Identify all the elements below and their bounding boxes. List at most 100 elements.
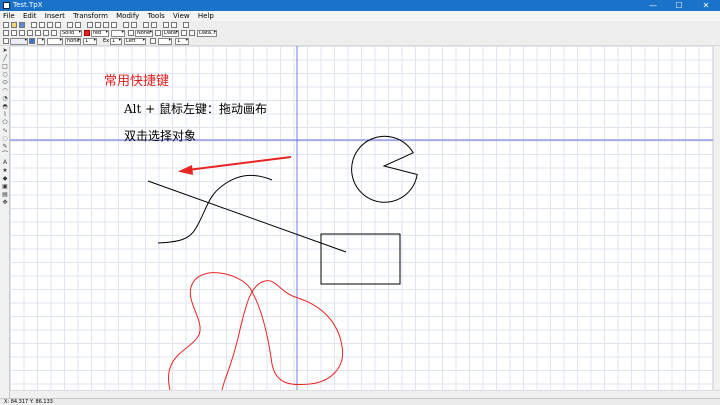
red-arrowhead xyxy=(178,165,193,175)
bezier-tool-icon[interactable]: ⌒ xyxy=(2,152,8,158)
zoom-in-icon[interactable] xyxy=(87,22,93,28)
eraser-icon[interactable] xyxy=(19,30,25,36)
polygon-tool-icon[interactable]: ⬠ xyxy=(2,120,8,126)
font-icon[interactable] xyxy=(150,38,156,44)
ellipse-tool-icon[interactable]: ⬭ xyxy=(2,80,8,86)
arrow-dropdown[interactable] xyxy=(37,38,45,45)
line-pattern-select[interactable] xyxy=(47,38,63,45)
export-icon[interactable] xyxy=(171,22,177,28)
shortcut-heading: 常用快捷键 xyxy=(104,74,170,89)
shortcut-line-2: 双击选择对象 xyxy=(124,129,197,143)
picture-tool-icon[interactable]: ▣ xyxy=(2,184,8,190)
arrow-start-icon[interactable] xyxy=(3,38,9,44)
freehand-tool-icon[interactable]: ✎ xyxy=(2,144,8,150)
fill-color-icon[interactable] xyxy=(128,30,134,36)
shortcut-line-1: Alt + 鼠标左键：拖动画布 xyxy=(124,102,268,116)
size-input[interactable]: 1 xyxy=(175,38,189,45)
move-tool-icon[interactable]: ✥ xyxy=(2,200,8,206)
status-bar: X: 84.317 Y: 86.133 xyxy=(0,398,720,405)
arc-tool-icon[interactable]: ◠ xyxy=(2,88,8,94)
undo-icon[interactable] xyxy=(67,22,73,28)
line-tool-icon[interactable]: ╱ xyxy=(2,56,8,62)
settings-icon[interactable] xyxy=(183,22,189,28)
new-file-icon[interactable] xyxy=(3,22,9,28)
ex-input[interactable]: 1 xyxy=(110,38,122,45)
menu-insert[interactable]: Insert xyxy=(42,11,68,21)
star-tool-icon[interactable]: ★ xyxy=(2,168,8,174)
pen-icon[interactable] xyxy=(3,30,9,36)
brush-icon[interactable] xyxy=(11,30,17,36)
picture-icon[interactable] xyxy=(163,22,169,28)
menu-help[interactable]: Help xyxy=(195,11,217,21)
minimize-button[interactable]: — xyxy=(642,0,664,11)
menu-view[interactable]: View xyxy=(170,11,193,21)
cut-icon[interactable] xyxy=(31,22,37,28)
text-tool-icon[interactable]: A xyxy=(2,160,8,166)
hatching-style-icon[interactable] xyxy=(181,30,187,36)
arrow-selected-icon[interactable] xyxy=(29,38,35,44)
delete-icon[interactable] xyxy=(55,22,61,28)
vertical-scrollbar[interactable] xyxy=(713,46,720,390)
pacman-shape xyxy=(351,135,418,203)
stroke-icon[interactable] xyxy=(51,30,57,36)
menu-bar: File Edit Insert Transform Modify Tools … xyxy=(0,11,720,21)
menu-tools[interactable]: Tools xyxy=(145,11,168,21)
width-input[interactable]: 1 xyxy=(83,38,97,45)
save-icon[interactable] xyxy=(19,22,25,28)
align-select[interactable]: Left xyxy=(124,38,146,45)
drawing-tools-panel: ➤ ╱ □ ○ ⬭ ◠ ◔ ◓ ⌇ ⬠ ∿ ◌ ✎ ⌒ A ★ ◆ ▣ ▤ ✥ xyxy=(0,46,10,398)
drawing-shapes xyxy=(10,46,713,390)
arrow-start-select[interactable] xyxy=(10,38,28,45)
marker-select[interactable] xyxy=(158,38,172,45)
rectangle-tool-icon[interactable]: □ xyxy=(2,64,8,70)
select-arrow-icon[interactable]: ➤ xyxy=(2,48,8,54)
zoom-out-icon[interactable] xyxy=(95,22,101,28)
diagonal-line xyxy=(147,180,347,253)
paste-icon[interactable] xyxy=(47,22,53,28)
menu-edit[interactable]: Edit xyxy=(20,11,40,21)
bitmap-tool-icon[interactable]: ▤ xyxy=(2,192,8,198)
line-toolbar: none 1 Ex 1 Left 1 xyxy=(0,37,720,46)
hatching-color-icon[interactable] xyxy=(155,30,161,36)
line-color-select[interactable]: red xyxy=(91,30,109,37)
hatch-icon[interactable] xyxy=(35,30,41,36)
zoom-area-icon[interactable] xyxy=(111,22,117,28)
symbol-tool-icon[interactable]: ◆ xyxy=(2,176,8,182)
line-width-icon[interactable] xyxy=(27,30,33,36)
cursor-coordinates: X: 84.317 Y: 86.133 xyxy=(4,399,53,405)
segment-tool-icon[interactable]: ◓ xyxy=(2,104,8,110)
menu-file[interactable]: File xyxy=(0,11,18,21)
preview-icon[interactable] xyxy=(143,22,149,28)
circle-tool-icon[interactable]: ○ xyxy=(2,72,8,78)
menu-transform[interactable]: Transform xyxy=(70,11,111,21)
horizontal-scrollbar[interactable] xyxy=(10,390,720,398)
red-freehand-loop xyxy=(168,272,344,390)
curve-tool-icon[interactable]: ∿ xyxy=(2,128,8,134)
zoom-fit-icon[interactable] xyxy=(103,22,109,28)
fill-icon[interactable] xyxy=(43,30,49,36)
line-dash-select[interactable] xyxy=(111,30,125,37)
maximize-button[interactable]: ☐ xyxy=(668,0,690,11)
data-select[interactable]: Data... xyxy=(197,30,217,37)
title-bar: Test.TpX — ☐ ✕ xyxy=(0,0,720,11)
drawing-canvas[interactable]: 常用快捷键 Alt + 鼠标左键：拖动画布 双击选择对象 xyxy=(10,46,713,390)
line-color-swatch[interactable] xyxy=(84,30,90,36)
rectangle-shape xyxy=(320,233,401,285)
snap-icon[interactable] xyxy=(131,22,137,28)
polyline-tool-icon[interactable]: ⌇ xyxy=(2,112,8,118)
hatching-select[interactable]: Data... xyxy=(162,30,179,37)
close-button[interactable]: ✕ xyxy=(695,0,717,11)
sector-tool-icon[interactable]: ◔ xyxy=(2,96,8,102)
copy-icon[interactable] xyxy=(39,22,45,28)
fill-select[interactable]: None xyxy=(135,30,153,37)
grid-icon[interactable] xyxy=(123,22,129,28)
arrow-end-select[interactable]: none xyxy=(65,38,81,45)
red-arrow-line xyxy=(187,156,292,171)
redo-icon[interactable] xyxy=(75,22,81,28)
line-style-select[interactable]: Solid xyxy=(60,30,82,37)
menu-modify[interactable]: Modify xyxy=(113,11,142,21)
closed-curve-tool-icon[interactable]: ◌ xyxy=(2,136,8,142)
open-file-icon[interactable] xyxy=(11,22,17,28)
data-color-icon[interactable] xyxy=(189,30,195,36)
properties-icon[interactable] xyxy=(151,22,157,28)
